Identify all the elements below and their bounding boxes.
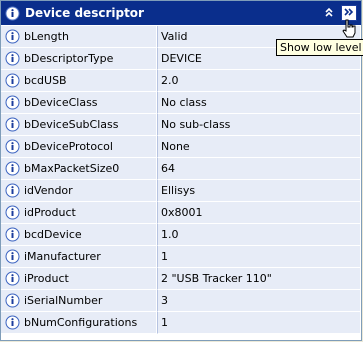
field-name: iProduct (24, 272, 69, 285)
field-name-cell: bNumConfigurations (1, 312, 157, 334)
descriptor-row[interactable]: idProduct 0x8001 (1, 202, 361, 224)
field-name: idVendor (24, 184, 73, 197)
field-name: bcdUSB (24, 74, 67, 87)
descriptor-row[interactable]: bMaxPacketSize0 64 (1, 158, 361, 180)
info-icon (4, 161, 20, 177)
info-icon (4, 51, 20, 67)
field-value: 1.0 (157, 224, 361, 246)
descriptor-row[interactable]: bcdDevice 1.0 (1, 224, 361, 246)
field-value: 64 (157, 158, 361, 180)
descriptor-row[interactable]: iProduct 2 "USB Tracker 110" (1, 268, 361, 290)
info-icon (4, 117, 20, 133)
double-chevron-right-icon (344, 7, 354, 20)
field-name: bNumConfigurations (24, 316, 138, 329)
field-name: iManufacturer (24, 250, 101, 263)
info-icon (4, 293, 20, 309)
descriptor-field-list: bLength Valid bDescriptorType DEVICE bcdUSB 2… (1, 26, 361, 334)
field-name: bLength (24, 30, 69, 43)
descriptor-row[interactable]: bDeviceProtocol None (1, 136, 361, 158)
info-icon (4, 5, 20, 21)
panel-header: Device descriptor (1, 1, 361, 25)
field-name-cell: bDeviceSubClass (1, 114, 157, 136)
info-icon (4, 183, 20, 199)
field-name-cell: bLength (1, 26, 157, 48)
info-icon (4, 271, 20, 287)
field-value: None (157, 136, 361, 158)
field-name: bcdDevice (24, 228, 82, 241)
field-name: bDescriptorType (24, 52, 114, 65)
info-icon (4, 73, 20, 89)
field-value: 0x8001 (157, 202, 361, 224)
panel-title: Device descriptor (25, 6, 144, 20)
field-name: bMaxPacketSize0 (24, 162, 120, 175)
info-icon (4, 139, 20, 155)
descriptor-row[interactable]: bDeviceSubClass No sub-class (1, 114, 361, 136)
field-value: No sub-class (157, 114, 361, 136)
field-value: Ellisys (157, 180, 361, 202)
descriptor-row[interactable]: iSerialNumber 3 (1, 290, 361, 312)
collapse-button[interactable] (321, 5, 337, 21)
info-icon (4, 29, 20, 45)
double-chevron-up-icon (324, 7, 334, 20)
field-name-cell: iProduct (1, 268, 157, 290)
field-name: iSerialNumber (24, 294, 103, 307)
info-icon (4, 205, 20, 221)
info-icon (4, 95, 20, 111)
field-value: 1 (157, 312, 361, 334)
descriptor-row[interactable]: iManufacturer 1 (1, 246, 361, 268)
field-name-cell: bcdUSB (1, 70, 157, 92)
field-value: 3 (157, 290, 361, 312)
field-name-cell: idVendor (1, 180, 157, 202)
field-name-cell: idProduct (1, 202, 157, 224)
descriptor-row[interactable]: bDeviceClass No class (1, 92, 361, 114)
field-value: No class (157, 92, 361, 114)
field-value: 2 "USB Tracker 110" (157, 268, 361, 290)
descriptor-row[interactable]: bNumConfigurations 1 (1, 312, 361, 334)
field-name-cell: bMaxPacketSize0 (1, 158, 157, 180)
field-name-cell: bcdDevice (1, 224, 157, 246)
descriptor-row[interactable]: idVendor Ellisys (1, 180, 361, 202)
descriptor-row[interactable]: bcdUSB 2.0 (1, 70, 361, 92)
info-icon (4, 249, 20, 265)
field-name-cell: bDeviceProtocol (1, 136, 157, 158)
field-name: bDeviceClass (24, 96, 98, 109)
field-name: idProduct (24, 206, 76, 219)
info-icon (4, 315, 20, 331)
field-name-cell: iManufacturer (1, 246, 157, 268)
field-name: bDeviceProtocol (24, 140, 113, 153)
field-value: 1 (157, 246, 361, 268)
field-name-cell: iSerialNumber (1, 290, 157, 312)
field-name-cell: bDescriptorType (1, 48, 157, 70)
field-value: 2.0 (157, 70, 361, 92)
hand-cursor-icon (341, 19, 357, 42)
info-icon (4, 227, 20, 243)
field-name: bDeviceSubClass (24, 118, 119, 131)
field-name-cell: bDeviceClass (1, 92, 157, 114)
